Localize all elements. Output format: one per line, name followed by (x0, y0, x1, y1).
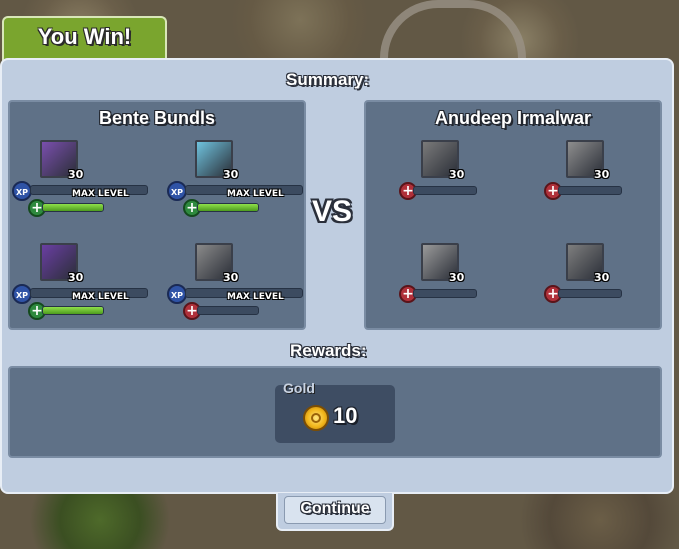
unit-level: 30 (594, 168, 610, 181)
summary-title: Summary: (286, 70, 370, 89)
health-bar (42, 306, 104, 315)
max-level-label: MAX LEVEL (72, 189, 129, 199)
max-level-label: MAX LEVEL (227, 189, 284, 199)
max-level-label: MAX LEVEL (227, 292, 284, 302)
xp-icon: XP (12, 284, 32, 304)
opponent-unit[interactable]: 30 + (393, 140, 543, 220)
player-name: Bente Bundls (98, 108, 215, 128)
max-level-label: MAX LEVEL (72, 292, 129, 302)
xp-icon: XP (167, 284, 187, 304)
continue-button[interactable]: Continue (276, 493, 394, 531)
gold-reward: Gold 10 (275, 380, 395, 443)
rewards-title: Rewards: (290, 341, 367, 360)
unit-level: 30 (68, 271, 84, 284)
opponent-name: Anudeep Irmalwar (434, 108, 592, 128)
unit-level: 30 (223, 271, 239, 284)
gold-coin-icon (303, 405, 329, 431)
xp-icon: XP (12, 181, 32, 201)
opponent-unit[interactable]: 30 + (538, 140, 679, 220)
health-bar-fill (43, 307, 103, 314)
opponent-unit[interactable]: 30 + (538, 243, 679, 323)
unit-level: 30 (449, 271, 465, 284)
unit-level: 30 (594, 271, 610, 284)
vs-label: VS (312, 195, 353, 228)
player-unit[interactable]: 30 XP MAX LEVEL + (167, 140, 317, 220)
gold-label: Gold (283, 380, 315, 396)
health-bar (413, 289, 477, 298)
unit-level: 30 (449, 168, 465, 181)
health-bar (413, 186, 477, 195)
stone-arch (380, 0, 526, 58)
continue-label: Continue (284, 496, 386, 524)
health-bar (558, 289, 622, 298)
xp-icon: XP (167, 181, 187, 201)
health-bar-fill (198, 204, 258, 211)
health-bar-fill (43, 204, 103, 211)
player-unit[interactable]: 30 XP MAX LEVEL + (12, 243, 162, 323)
unit-level: 30 (68, 168, 84, 181)
health-bar (558, 186, 622, 195)
gold-value: 10 (333, 403, 358, 428)
health-bar (42, 203, 104, 212)
health-bar (197, 203, 259, 212)
win-banner-title: You Win! (37, 24, 132, 49)
player-unit[interactable]: 30 XP MAX LEVEL + (167, 243, 317, 323)
player-unit[interactable]: 30 XP MAX LEVEL + (12, 140, 162, 220)
health-bar (197, 306, 259, 315)
opponent-unit[interactable]: 30 + (393, 243, 543, 323)
unit-level: 30 (223, 168, 239, 181)
